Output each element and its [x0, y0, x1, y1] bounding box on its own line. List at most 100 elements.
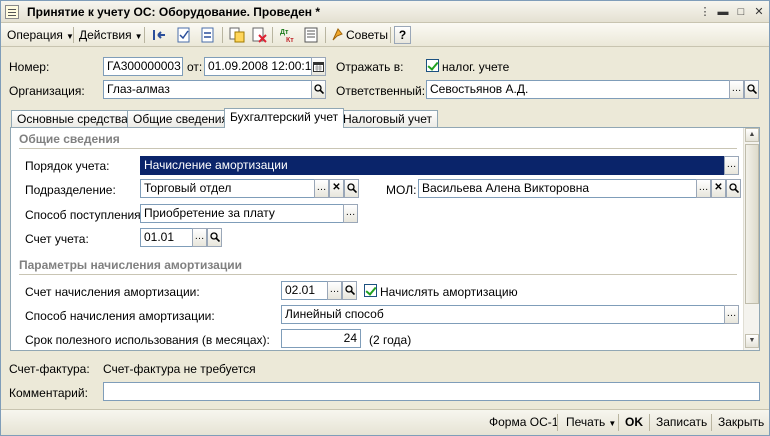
advice-button[interactable]: Советы	[328, 26, 391, 44]
toolbar-separator	[272, 27, 273, 43]
dropdown-arrow-icon: ▼	[608, 419, 617, 428]
amort-account-field[interactable]: 02.01	[281, 281, 328, 300]
date-label: от:	[187, 60, 203, 74]
comment-field[interactable]	[103, 382, 760, 401]
amort-method-select-button[interactable]: …	[724, 305, 739, 324]
form-os1-button[interactable]: Форма ОС-1	[489, 415, 558, 429]
svg-text:Дт: Дт	[280, 29, 289, 36]
responsible-field[interactable]: Севостьянов А.Д.	[426, 80, 730, 99]
help-button[interactable]: ?	[394, 26, 411, 44]
reflect-label: Отражать в:	[336, 60, 404, 74]
calendar-button[interactable]	[311, 57, 326, 76]
delete-doc-icon[interactable]	[251, 27, 267, 43]
comment-label: Комментарий:	[9, 386, 88, 400]
operation-menu[interactable]: Операция ▼	[4, 26, 77, 44]
window-title: Принятие к учету ОС: Оборудование. Прове…	[27, 5, 321, 19]
department-search-button[interactable]	[344, 179, 359, 198]
section-amortization-title: Параметры начисления амортизации	[19, 258, 242, 272]
tab-general-info[interactable]: Общие сведения	[127, 110, 234, 127]
organization-field[interactable]: Глаз-алмаз	[103, 80, 312, 99]
document-unpost-icon[interactable]	[200, 27, 216, 43]
print-menu[interactable]: Печать ▼	[566, 415, 616, 429]
scroll-down-icon[interactable]: ▼	[745, 334, 759, 348]
accrue-amortization-checkbox[interactable]	[364, 284, 377, 297]
order-field[interactable]: Начисление амортизации	[140, 156, 725, 175]
receipt-field[interactable]: Приобретение за плату	[140, 204, 344, 223]
search-icon	[313, 84, 324, 95]
save-button[interactable]: Записать	[656, 415, 707, 429]
number-field[interactable]: ГА300000003	[103, 57, 183, 76]
order-label: Порядок учета:	[25, 159, 110, 173]
responsible-select-button[interactable]: …	[729, 80, 744, 99]
invoice-value[interactable]: Счет-фактура не требуется	[103, 362, 256, 376]
amort-account-select-button[interactable]: …	[327, 281, 342, 300]
receipt-select-button[interactable]: …	[343, 204, 358, 223]
search-icon	[209, 232, 220, 243]
useful-life-field[interactable]: 24	[281, 329, 361, 348]
search-icon	[344, 285, 355, 296]
search-icon	[746, 84, 757, 95]
scroll-up-icon[interactable]: ▲	[745, 128, 759, 142]
operation-label: Операция	[7, 28, 63, 42]
section-divider	[19, 148, 737, 149]
amort-method-label: Способ начисления амортизации:	[25, 309, 215, 323]
document-post-icon[interactable]	[176, 27, 192, 43]
tab-accounting[interactable]: Бухгалтерский учет	[224, 108, 345, 128]
accounting-panel: Общие сведения Порядок учета: Начисление…	[10, 127, 760, 351]
amort-account-label: Счет начисления амортизации:	[25, 285, 200, 299]
title-bar: Принятие к учету ОС: Оборудование. Прове…	[1, 1, 769, 23]
ok-button[interactable]: OK	[625, 415, 643, 429]
tax-accounting-checkbox[interactable]	[426, 59, 439, 72]
accrue-amortization-label: Начислять амортизацию	[380, 285, 518, 299]
scroll-thumb[interactable]	[745, 144, 759, 304]
calendar-icon	[313, 62, 324, 72]
move-left-icon[interactable]	[152, 27, 168, 43]
organization-search-button[interactable]	[311, 80, 326, 99]
account-select-button[interactable]: …	[192, 228, 207, 247]
toolbar-separator	[144, 27, 145, 43]
section-general-title: Общие сведения	[19, 132, 120, 146]
minimize-button[interactable]: ▬	[716, 5, 730, 19]
toolbar-separator	[325, 27, 326, 43]
responsible-label: Ответственный:	[336, 84, 426, 98]
mol-select-button[interactable]: …	[696, 179, 711, 198]
mol-label: МОЛ:	[386, 183, 417, 197]
department-clear-button[interactable]: ✕	[329, 179, 344, 198]
department-label: Подразделение:	[25, 183, 116, 197]
toolbar-separator	[73, 27, 74, 43]
print-label: Печать	[566, 415, 606, 429]
order-select-button[interactable]: …	[724, 156, 739, 175]
toolbar-separator	[557, 414, 558, 431]
amort-account-search-button[interactable]	[342, 281, 357, 300]
tab-tax-accounting[interactable]: Налоговый учет	[337, 110, 438, 127]
tax-accounting-label: налог. учете	[442, 60, 510, 74]
toolbar-separator	[649, 414, 650, 431]
mol-clear-button[interactable]: ✕	[711, 179, 726, 198]
date-field[interactable]: 01.09.2008 12:00:10	[204, 57, 312, 76]
document-window: Принятие к учету ОС: Оборудование. Прове…	[0, 0, 770, 436]
account-field[interactable]: 01.01	[140, 228, 193, 247]
structure-icon[interactable]	[229, 27, 245, 43]
organization-label: Организация:	[9, 84, 85, 98]
panel-scrollbar[interactable]: ▲ ▼	[743, 128, 759, 350]
mol-field[interactable]: Васильева Алена Викторовна	[418, 179, 697, 198]
actions-menu[interactable]: Действия ▼	[76, 26, 146, 44]
menu-dots-icon[interactable]: ⋮	[698, 5, 712, 19]
search-icon	[728, 183, 739, 194]
debit-credit-icon[interactable]: ДтКт	[280, 27, 296, 43]
maximize-button[interactable]: □	[734, 5, 748, 19]
account-label: Счет учета:	[25, 232, 89, 246]
close-button[interactable]: ✕	[752, 5, 766, 19]
useful-life-note: (2 года)	[369, 333, 412, 347]
amort-method-field[interactable]: Линейный способ	[281, 305, 725, 324]
account-search-button[interactable]	[207, 228, 222, 247]
report-icon[interactable]	[303, 27, 319, 43]
toolbar-separator	[711, 414, 712, 431]
mol-search-button[interactable]	[726, 179, 741, 198]
department-field[interactable]: Торговый отдел	[140, 179, 315, 198]
department-select-button[interactable]: …	[314, 179, 329, 198]
close-form-button[interactable]: Закрыть	[718, 415, 764, 429]
number-label: Номер:	[9, 60, 50, 74]
responsible-search-button[interactable]	[744, 80, 759, 99]
tab-fixed-assets[interactable]: Основные средства	[11, 110, 134, 127]
